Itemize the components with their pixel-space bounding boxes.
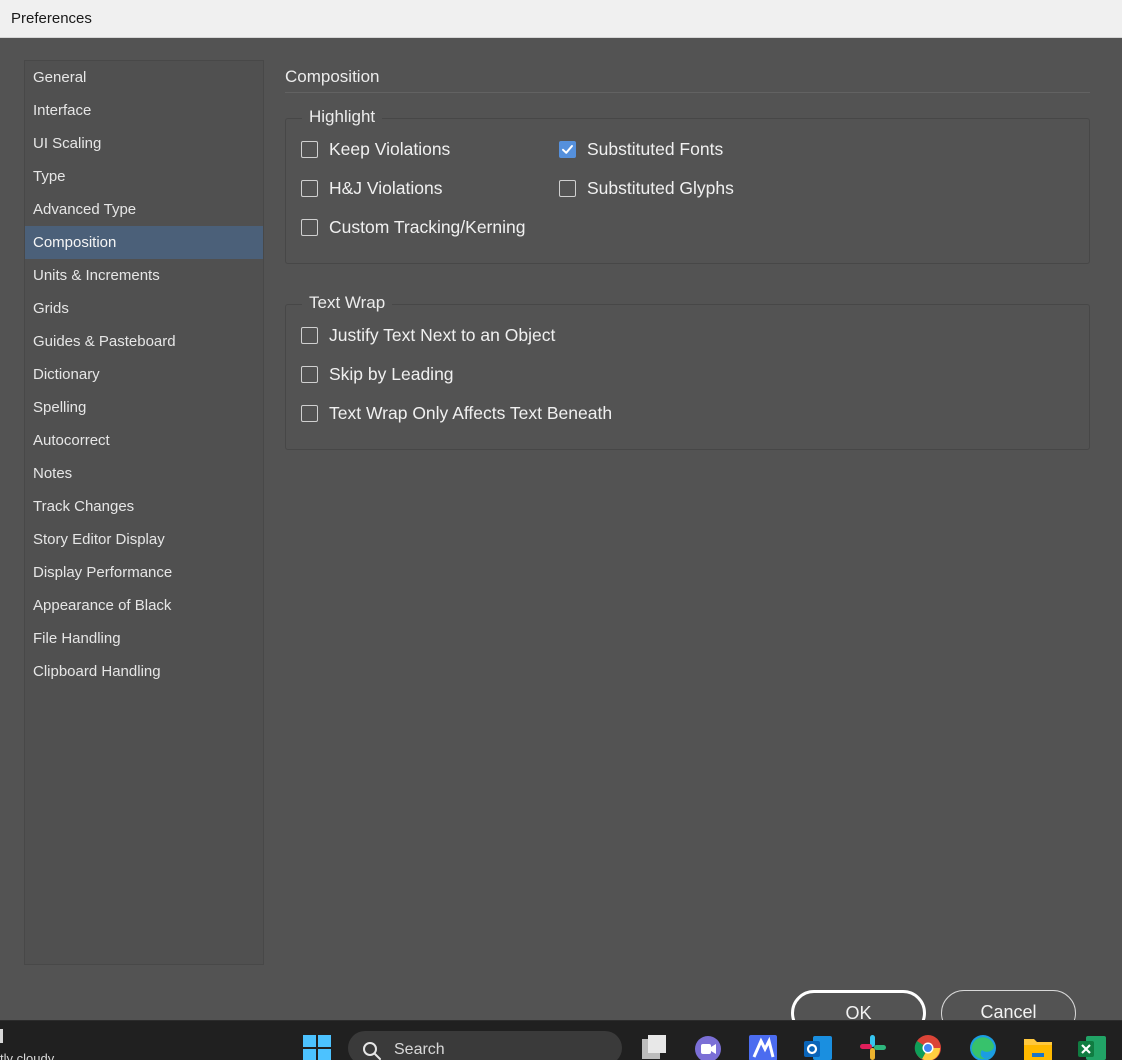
sidebar-item-file-handling[interactable]: File Handling: [25, 622, 263, 655]
weather-icon[interactable]: [0, 1029, 3, 1043]
text-wrap-only-affects-text-beneath-checkbox[interactable]: Text Wrap Only Affects Text Beneath: [301, 401, 612, 425]
sidebar-item-display-performance[interactable]: Display Performance: [25, 556, 263, 589]
search-icon: [363, 1042, 381, 1060]
checkbox-box[interactable]: [301, 179, 318, 197]
checkbox-label: Justify Text Next to an Object: [329, 324, 556, 345]
checkbox-box[interactable]: [301, 140, 318, 158]
checkbox-box[interactable]: [301, 365, 318, 383]
checkmark-icon: [562, 144, 573, 154]
sidebar-item-interface[interactable]: Interface: [25, 94, 263, 127]
sidebar-item-notes[interactable]: Notes: [25, 457, 263, 490]
sidebar-item-general[interactable]: General: [25, 61, 263, 94]
checkbox-label: Keep Violations: [329, 138, 451, 159]
window-title-bar: Preferences: [0, 0, 1122, 38]
outlook-icon[interactable]: [803, 1033, 833, 1060]
checkbox-box[interactable]: [301, 326, 318, 344]
text-wrap-legend: Text Wrap: [302, 291, 393, 315]
chrome-icon[interactable]: [913, 1033, 943, 1060]
checkbox-label: Skip by Leading: [329, 363, 454, 384]
maya-icon[interactable]: [748, 1033, 778, 1060]
sidebar-item-advanced-type[interactable]: Advanced Type: [25, 193, 263, 226]
substituted-fonts-checkbox[interactable]: Substituted Fonts: [559, 137, 723, 161]
substituted-glyphs-checkbox[interactable]: Substituted Glyphs: [559, 176, 734, 200]
file-explorer-icon[interactable]: [1023, 1033, 1053, 1060]
sidebar-item-type[interactable]: Type: [25, 160, 263, 193]
checkbox-box[interactable]: [559, 179, 576, 197]
sidebar-item-autocorrect[interactable]: Autocorrect: [25, 424, 263, 457]
checkbox-box[interactable]: [301, 218, 318, 236]
highlight-legend: Highlight: [302, 105, 383, 129]
checkbox-label: Custom Tracking/Kerning: [329, 216, 526, 237]
hj-violations-checkbox[interactable]: H&J Violations: [301, 176, 443, 200]
sidebar-item-story-editor-display[interactable]: Story Editor Display: [25, 523, 263, 556]
checkbox-box[interactable]: [559, 140, 576, 158]
sidebar-item-clipboard-handling[interactable]: Clipboard Handling: [25, 655, 263, 688]
window-title: Preferences: [11, 10, 92, 27]
cancel-button[interactable]: Cancel: [941, 990, 1076, 1020]
sidebar-item-spelling[interactable]: Spelling: [25, 391, 263, 424]
custom-tracking-kerning-checkbox[interactable]: Custom Tracking/Kerning: [301, 215, 525, 239]
section-title: Composition: [285, 67, 380, 86]
preferences-dialog: General Interface UI Scaling Type Advanc…: [0, 38, 1122, 1020]
windows-taskbar: tly cloudy Search: [0, 1020, 1122, 1060]
windows-start-icon[interactable]: [302, 1033, 332, 1060]
sidebar-item-dictionary[interactable]: Dictionary: [25, 358, 263, 391]
taskbar-search-box[interactable]: Search: [348, 1031, 622, 1060]
sidebar-item-units-increments[interactable]: Units & Increments: [25, 259, 263, 292]
sidebar-item-grids[interactable]: Grids: [25, 292, 263, 325]
excel-icon[interactable]: [1077, 1033, 1107, 1060]
weather-text[interactable]: tly cloudy: [0, 1051, 54, 1060]
checkbox-label: Substituted Fonts: [587, 138, 724, 159]
teams-icon[interactable]: [693, 1033, 723, 1060]
keep-violations-checkbox[interactable]: Keep Violations: [301, 137, 450, 161]
task-view-icon[interactable]: [638, 1033, 668, 1060]
sidebar-item-track-changes[interactable]: Track Changes: [25, 490, 263, 523]
sidebar-item-ui-scaling[interactable]: UI Scaling: [25, 127, 263, 160]
checkbox-box[interactable]: [301, 404, 318, 422]
sidebar-item-appearance-of-black[interactable]: Appearance of Black: [25, 589, 263, 622]
skip-by-leading-checkbox[interactable]: Skip by Leading: [301, 362, 454, 386]
sidebar-item-guides-pasteboard[interactable]: Guides & Pasteboard: [25, 325, 263, 358]
checkbox-label: H&J Violations: [329, 177, 443, 198]
section-divider: [285, 92, 1090, 93]
checkbox-label: Substituted Glyphs: [587, 177, 734, 198]
preferences-sidebar: General Interface UI Scaling Type Advanc…: [24, 60, 264, 965]
slack-icon[interactable]: [858, 1033, 888, 1060]
checkbox-label: Text Wrap Only Affects Text Beneath: [329, 402, 613, 423]
sidebar-item-composition[interactable]: Composition: [25, 226, 263, 259]
ok-button[interactable]: OK: [791, 990, 926, 1020]
search-label: Search: [394, 1041, 445, 1058]
justify-text-next-to-object-checkbox[interactable]: Justify Text Next to an Object: [301, 323, 555, 347]
edge-icon[interactable]: [968, 1033, 998, 1060]
